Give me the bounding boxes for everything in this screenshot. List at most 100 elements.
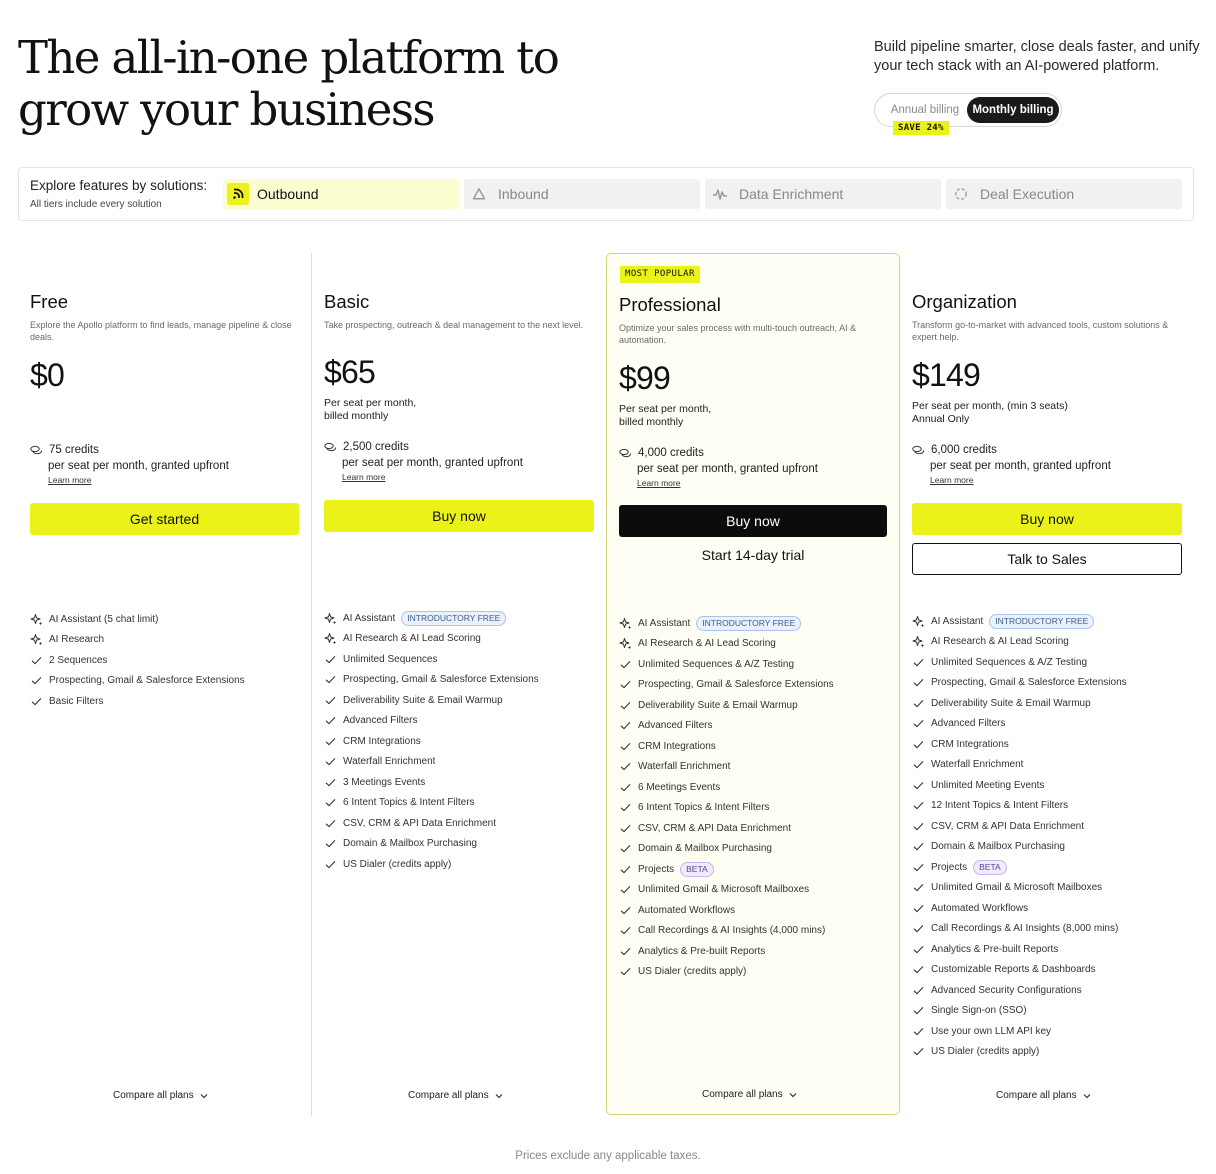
buy-now-button[interactable]: Buy now xyxy=(619,505,887,537)
feature-item: AI Assistant INTRODUCTORY FREE xyxy=(912,611,1127,632)
feature-label: Basic Filters xyxy=(49,695,104,707)
learn-more-link[interactable]: Learn more xyxy=(324,471,584,483)
feature-item: Use your own LLM API key xyxy=(912,1021,1127,1042)
feature-label: Use your own LLM API key xyxy=(931,1025,1052,1037)
check-icon xyxy=(620,947,631,956)
compare-all-plans-button[interactable]: Compare all plans xyxy=(408,1090,503,1101)
feature-item: CSV, CRM & API Data Enrichment xyxy=(912,816,1127,837)
feature-item: CSV, CRM & API Data Enrichment xyxy=(619,818,834,839)
check-icon xyxy=(31,697,42,706)
feature-item: Automated Workflows xyxy=(619,900,834,921)
learn-more-link[interactable]: Learn more xyxy=(912,474,1172,486)
feature-label: 6 Intent Topics & Intent Filters xyxy=(343,797,475,809)
feature-item: Unlimited Gmail & Microsoft Mailboxes xyxy=(912,878,1127,899)
feature-label: Analytics & Pre-built Reports xyxy=(638,945,766,957)
plan-name: Basic xyxy=(324,291,370,312)
feature-item: US Dialer (credits apply) xyxy=(619,962,834,983)
annual-billing-option[interactable]: Annual billing xyxy=(881,97,969,123)
plan-description: Transform go-to-market with advanced too… xyxy=(912,320,1169,342)
check-icon xyxy=(325,655,336,664)
feature-list: AI Assistant INTRODUCTORY FREE AI Research… xyxy=(619,613,834,982)
check-icon xyxy=(913,1048,924,1056)
page-title: The all-in-one platform to grow your bus… xyxy=(18,31,560,136)
credits-note: per seat per month, granted upfront xyxy=(930,460,1111,472)
feature-label: Unlimited Meeting Events xyxy=(931,779,1045,791)
solutions-note: All tiers include every solution xyxy=(30,199,162,210)
plan-credits: 6,000 credits per seat per month, grante… xyxy=(912,442,1172,486)
feature-label: US Dialer (credits apply) xyxy=(638,966,747,978)
start-trial-button[interactable]: Start 14-day trial xyxy=(619,539,887,571)
check-icon xyxy=(913,761,924,769)
check-icon xyxy=(913,986,924,995)
plan-description: Take prospecting, outreach & deal manage… xyxy=(324,320,584,330)
feature-item: AI Research & AI Lead Scoring xyxy=(912,632,1127,653)
feature-item: Prospecting, Gmail & Salesforce Extensio… xyxy=(619,675,834,696)
feature-item: Deliverability Suite & Email Warmup xyxy=(912,693,1127,714)
beta-tag: BETA xyxy=(973,859,1007,875)
feature-label: CSV, CRM & API Data Enrichment xyxy=(931,820,1085,832)
tab-inbound[interactable]: Inbound xyxy=(464,179,700,209)
check-icon xyxy=(620,660,631,669)
plan-price: $149 xyxy=(912,357,981,393)
compare-all-plans-button[interactable]: Compare all plans xyxy=(113,1090,208,1101)
feature-label: CRM Integrations xyxy=(931,738,1009,750)
talk-to-sales-button[interactable]: Talk to Sales xyxy=(912,543,1182,575)
check-icon xyxy=(325,676,336,684)
feature-label: Call Recordings & AI Insights (8,000 min… xyxy=(931,923,1119,935)
check-icon xyxy=(913,904,924,913)
check-icon xyxy=(325,758,336,766)
sparkle-icon xyxy=(619,638,632,650)
feature-item: US Dialer (credits apply) xyxy=(912,1042,1127,1063)
feature-item: 6 Meetings Events xyxy=(619,777,834,798)
tab-outbound[interactable]: Outbound xyxy=(223,179,459,209)
feature-label: US Dialer (credits apply) xyxy=(931,1046,1040,1058)
feature-label: Unlimited Gmail & Microsoft Mailboxes xyxy=(931,882,1103,894)
get-started-button[interactable]: Get started xyxy=(30,503,299,535)
credits-amount: 75 credits xyxy=(49,444,99,456)
introductory-free-tag: INTRODUCTORY FREE xyxy=(696,615,802,631)
feature-item: Waterfall Enrichment xyxy=(324,752,539,773)
feature-item: AI Assistant (5 chat limit) xyxy=(30,609,245,630)
beta-tag: BETA xyxy=(680,861,714,877)
tab-deal-execution[interactable]: Deal Execution xyxy=(946,179,1182,209)
check-icon xyxy=(913,1027,924,1036)
credits-note: per seat per month, granted upfront xyxy=(637,463,818,475)
feature-label: Automated Workflows xyxy=(638,904,736,916)
learn-more-link[interactable]: Learn more xyxy=(619,477,879,489)
check-icon xyxy=(620,701,631,710)
plan-price: $99 xyxy=(619,360,671,396)
feature-item: 2 Sequences xyxy=(30,650,245,671)
credits-note: per seat per month, granted upfront xyxy=(342,457,523,469)
buy-now-button[interactable]: Buy now xyxy=(912,503,1182,535)
plan-card-free: Free Explore the Apollo platform to find… xyxy=(18,253,312,1116)
plan-description: Optimize your sales process with multi-t… xyxy=(619,323,857,345)
check-icon xyxy=(913,925,924,933)
monthly-billing-option[interactable]: Monthly billing xyxy=(967,97,1059,123)
feature-item: Advanced Filters xyxy=(619,716,834,737)
plan-name: Free xyxy=(30,291,69,312)
feature-item: Single Sign-on (SSO) xyxy=(912,1001,1127,1022)
feature-label: Waterfall Enrichment xyxy=(931,759,1024,771)
feature-label: AI Research xyxy=(49,634,105,646)
feature-label: AI Assistant xyxy=(343,612,396,624)
check-icon xyxy=(913,843,924,851)
feature-label: AI Assistant xyxy=(638,617,691,629)
check-icon xyxy=(913,658,924,667)
feature-label: Prospecting, Gmail & Salesforce Extensio… xyxy=(931,677,1127,689)
check-icon xyxy=(620,968,631,976)
buy-now-button[interactable]: Buy now xyxy=(324,500,594,532)
feature-label: Unlimited Sequences & A/Z Testing xyxy=(638,658,795,670)
feature-label: Prospecting, Gmail & Salesforce Extensio… xyxy=(343,674,539,686)
check-icon xyxy=(31,677,42,685)
tab-data-enrichment[interactable]: Data Enrichment xyxy=(705,179,941,209)
feature-label: AI Assistant (5 chat limit) xyxy=(49,613,159,625)
feature-item: Projects BETA xyxy=(912,857,1127,878)
feature-label: Domain & Mailbox Purchasing xyxy=(931,841,1065,853)
compare-all-plans-button[interactable]: Compare all plans xyxy=(996,1090,1091,1101)
inbound-icon xyxy=(468,183,490,205)
plan-price: $0 xyxy=(30,357,65,393)
feature-item: 3 Meetings Events xyxy=(324,772,539,793)
learn-more-link[interactable]: Learn more xyxy=(30,474,290,486)
feature-item: Domain & Mailbox Purchasing xyxy=(912,837,1127,858)
compare-all-plans-button[interactable]: Compare all plans xyxy=(702,1089,797,1100)
